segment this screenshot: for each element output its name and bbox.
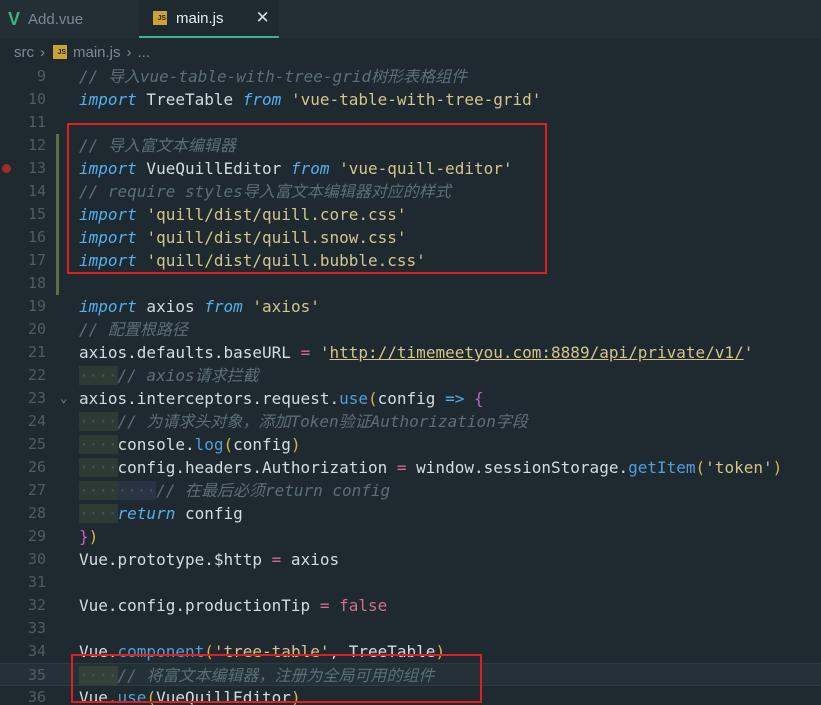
code-line[interactable]: 33 [0,617,821,640]
line-number: 33 [27,619,46,637]
line-number: 23 [27,389,46,407]
tab-label: Add.vue [28,10,84,28]
code-text: // 导入vue-table-with-tree-grid树形表格组件 [79,67,468,86]
line-number: 31 [27,573,46,591]
modified-line-marker [56,226,59,249]
line-number: 16 [27,228,46,246]
code-line[interactable]: 19 import axios from 'axios' [0,295,821,318]
chevron-right-icon: › [40,43,45,61]
js-file-icon: JS [53,45,67,59]
modified-line-marker [56,157,59,180]
code-line[interactable]: 21 axios.defaults.baseURL = 'http://timem… [0,341,821,364]
line-number: 24 [27,412,46,430]
code-text: axios.defaults.baseURL = 'http://timemee… [79,343,754,362]
editor-tab-bar: V Add.vue JS main.js ✕ [0,0,821,38]
breakpoint-icon[interactable] [2,164,11,173]
code-line[interactable]: 25 ····console.log(config) [0,433,821,456]
line-number: 34 [27,642,46,660]
js-file-icon: JS [153,11,167,25]
code-line[interactable]: 22 ····// axios请求拦截 [0,364,821,387]
code-line[interactable]: 28 ····return config [0,502,821,525]
modified-line-marker [56,203,59,226]
code-text: Vue.config.productionTip = false [79,596,388,615]
line-number: 35 [27,666,46,684]
code-line[interactable]: 18 [0,272,821,295]
line-number: 30 [27,550,46,568]
code-line[interactable]: 10 import TreeTable from 'vue-table-with-… [0,88,821,111]
code-line[interactable]: 29}) [0,525,821,548]
code-text: axios.interceptors.request.use(config =>… [79,389,484,408]
code-text: ····return config [79,504,243,523]
line-number: 25 [27,435,46,453]
modified-line-marker [56,249,59,272]
code-line[interactable]: 27 ········// 在最后必须return config [0,479,821,502]
code-text: Vue.prototype.$http = axios [79,550,340,569]
breadcrumb: src › JS main.js › ... [0,38,821,66]
code-text: ····console.log(config) [79,435,301,454]
code-text: ····// axios请求拦截 [79,366,259,385]
modified-line-marker [56,180,59,203]
line-number: 32 [27,596,46,614]
line-number: 29 [27,527,46,545]
line-number: 15 [27,205,46,223]
tab-label: main.js [176,9,224,27]
close-icon[interactable]: ✕ [256,8,270,28]
line-number: 27 [27,481,46,499]
line-number: 10 [27,90,46,108]
code-text: }) [79,527,99,546]
line-number: 19 [27,297,46,315]
highlight-box [71,654,482,703]
breadcrumb-more[interactable]: ... [138,44,151,61]
code-line[interactable]: 9 // 导入vue-table-with-tree-grid树形表格组件 [0,65,821,88]
modified-line-marker [56,134,59,157]
code-line[interactable]: 26 ····config.headers.Authorization = win… [0,456,821,479]
line-number: 18 [27,274,46,292]
tab-main-js[interactable]: JS main.js ✕ [139,0,279,38]
code-text: import TreeTable from 'vue-table-with-tr… [79,90,542,109]
code-text: import axios from 'axios' [79,297,320,316]
vue-logo-icon: V [8,8,21,29]
breadcrumb-file[interactable]: main.js [73,44,121,61]
highlight-box [67,123,547,274]
line-number: 17 [27,251,46,269]
line-number: 9 [36,67,46,85]
code-text: ····// 为请求头对象，添加Token验证Authorization字段 [79,412,528,431]
line-number: 14 [27,182,46,200]
line-number: 36 [27,688,46,705]
breadcrumb-folder[interactable]: src [14,44,34,61]
line-number: 11 [27,113,46,131]
line-number: 26 [27,458,46,476]
code-line[interactable]: 24 ····// 为请求头对象，添加Token验证Authorization字段 [0,410,821,433]
line-number: 12 [27,136,46,154]
code-line[interactable]: 20 // 配置根路径 [0,318,821,341]
code-line[interactable]: 30 Vue.prototype.$http = axios [0,548,821,571]
line-number: 21 [27,343,46,361]
chevron-right-icon: › [126,43,132,61]
line-number: 20 [27,320,46,338]
code-text: // 配置根路径 [79,320,188,339]
line-number: 22 [27,366,46,384]
code-line[interactable]: 32 Vue.config.productionTip = false [0,594,821,617]
fold-chevron-icon[interactable]: ⌄ [60,387,67,410]
code-text: ····config.headers.Authorization = windo… [79,458,783,477]
line-number: 28 [27,504,46,522]
code-text: ········// 在最后必须return config [79,481,391,500]
code-line[interactable]: 23 ⌄ axios.interceptors.request.use(config… [0,387,821,410]
tab-add-vue[interactable]: V Add.vue [0,0,135,38]
modified-line-marker [56,272,59,295]
code-line[interactable]: 31 [0,571,821,594]
